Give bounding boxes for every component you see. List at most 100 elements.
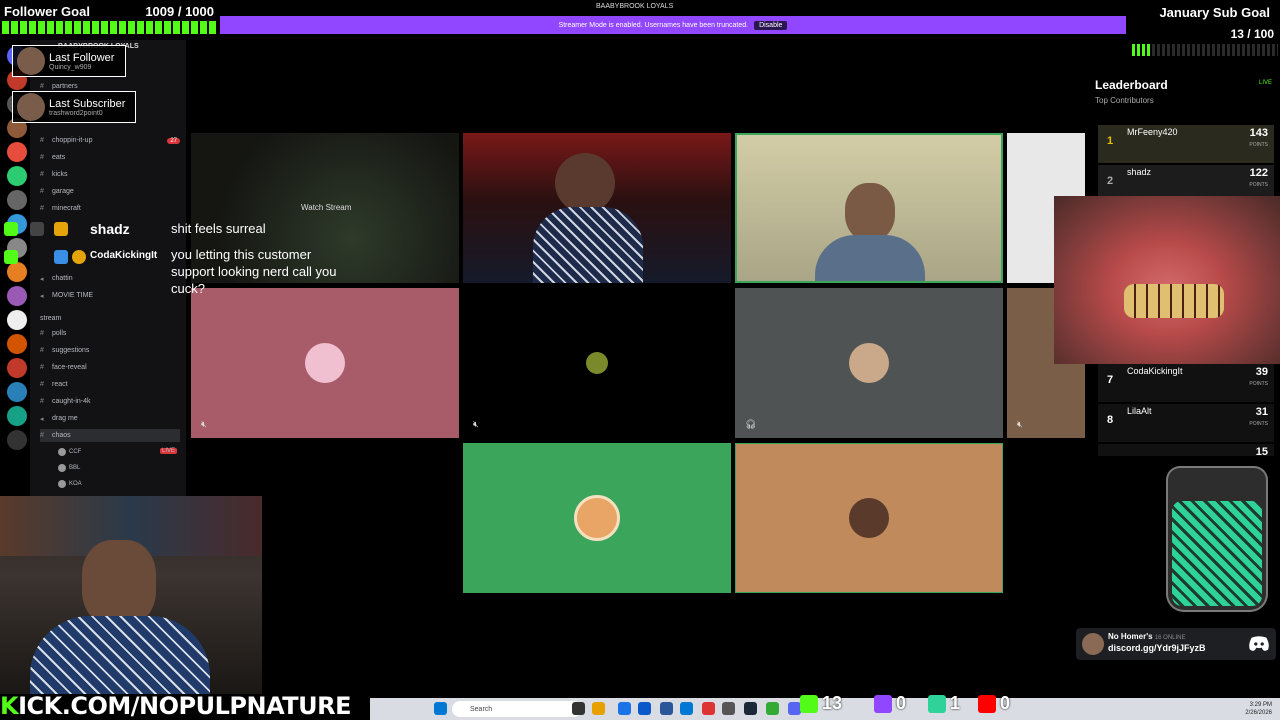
kick-icon bbox=[800, 694, 818, 713]
participant-tile[interactable]: 🔇︎ bbox=[463, 288, 731, 438]
last-subscriber-box: Last Subscriber trashword2point0 bbox=[12, 91, 136, 123]
server-icon[interactable] bbox=[7, 262, 27, 282]
twitch-icon bbox=[874, 694, 892, 713]
system-clock[interactable]: 3:29 PM 2/26/2026 bbox=[1245, 701, 1272, 717]
channel-item[interactable]: # polls bbox=[40, 327, 180, 340]
file-explorer-icon[interactable] bbox=[592, 702, 605, 715]
channel-item[interactable]: # suggestions bbox=[40, 344, 180, 357]
search-input[interactable]: Search bbox=[452, 701, 582, 717]
hash-icon: # bbox=[40, 154, 44, 161]
server-icon[interactable] bbox=[7, 406, 27, 426]
chat-message: you letting this customer support lookin… bbox=[171, 247, 337, 296]
youtube-viewer-count: 0 bbox=[978, 693, 1010, 714]
avatar bbox=[849, 343, 889, 383]
app-icon[interactable] bbox=[766, 702, 779, 715]
mute-icon: 🔇︎ bbox=[473, 419, 479, 429]
server-icon[interactable] bbox=[7, 430, 27, 450]
hash-icon: # bbox=[40, 83, 44, 90]
participant-tile-speaking[interactable] bbox=[735, 133, 1003, 283]
channel-item[interactable]: # caught-in-4k bbox=[40, 395, 180, 408]
hash-icon: # bbox=[40, 171, 44, 178]
app-icon[interactable] bbox=[702, 702, 715, 715]
server-icon[interactable] bbox=[7, 166, 27, 186]
voice-user[interactable]: KOA bbox=[58, 480, 82, 488]
avatar bbox=[1082, 633, 1104, 655]
crown-icon bbox=[54, 222, 68, 236]
sub-badge-icon bbox=[54, 250, 68, 264]
sub-goal-count: 13 / 100 bbox=[1230, 27, 1274, 41]
channel-item[interactable]: # choppin-it-up 27 bbox=[40, 134, 180, 147]
chat-badges bbox=[4, 250, 90, 264]
channel-category[interactable]: stream bbox=[40, 312, 180, 325]
hash-icon: # bbox=[40, 330, 44, 337]
hash-icon: # bbox=[40, 432, 44, 439]
hash-icon: # bbox=[40, 364, 44, 371]
store-icon[interactable] bbox=[638, 702, 651, 715]
outlook-icon[interactable] bbox=[680, 702, 693, 715]
server-icon[interactable] bbox=[7, 310, 27, 330]
streamer-webcam bbox=[0, 496, 262, 694]
discord-logo-icon bbox=[574, 495, 620, 541]
kick-badge-icon bbox=[4, 222, 18, 236]
last-subscriber-name: trashword2point0 bbox=[49, 109, 103, 117]
channel-item[interactable]: ◂ MOVIE TIME bbox=[40, 289, 180, 302]
task-view-icon[interactable] bbox=[572, 702, 585, 715]
watch-stream-label[interactable]: Watch Stream bbox=[301, 203, 351, 212]
avatar bbox=[586, 352, 608, 374]
invite-url[interactable]: discord.gg/Ydr9jJFyzB bbox=[1108, 643, 1206, 653]
discord-logo-icon bbox=[1249, 636, 1269, 651]
participant-tile[interactable]: 🎧︎ bbox=[735, 288, 1003, 438]
channel-item[interactable]: # face-reveal bbox=[40, 361, 180, 374]
channel-item[interactable]: # react bbox=[40, 378, 180, 391]
face-camera-overlay bbox=[1054, 196, 1280, 364]
obs-icon[interactable] bbox=[722, 702, 735, 715]
leaderboard-row: 1 MrFeeny420 143 POINTS bbox=[1098, 125, 1274, 163]
speaker-icon: ◂ bbox=[40, 275, 44, 283]
sub-goal-bar bbox=[1132, 44, 1278, 56]
kick-secondary-count: 1 bbox=[928, 693, 960, 714]
start-icon[interactable] bbox=[434, 702, 447, 715]
leaderboard-row: 7 CodaKickingIt 39 POINTS bbox=[1098, 364, 1274, 402]
participant-tile[interactable] bbox=[463, 133, 731, 283]
person-silhouette bbox=[555, 153, 615, 213]
server-icon[interactable] bbox=[7, 190, 27, 210]
word-icon[interactable] bbox=[660, 702, 673, 715]
follower-goal-widget: Follower Goal 1009 / 1000 bbox=[0, 0, 218, 36]
invite-online-count: 16 ONLINE bbox=[1154, 635, 1186, 641]
channel-item[interactable]: ◂ drag me bbox=[40, 412, 180, 425]
channel-item-active[interactable]: # chaos bbox=[40, 429, 180, 442]
voice-user[interactable]: BBL bbox=[58, 464, 80, 472]
chat-username: shadz bbox=[90, 221, 130, 237]
person-silhouette bbox=[30, 616, 210, 694]
discord-server-title: BAABYBROOK LOYALS bbox=[596, 3, 674, 10]
server-icon[interactable] bbox=[7, 382, 27, 402]
hash-icon: # bbox=[40, 188, 44, 195]
person-silhouette bbox=[845, 183, 895, 241]
deafen-icon: 🎧︎ bbox=[745, 419, 757, 429]
avatar bbox=[58, 464, 66, 472]
channel-item[interactable]: # kicks bbox=[40, 168, 180, 181]
server-icon[interactable] bbox=[7, 334, 27, 354]
speaker-icon: ◂ bbox=[40, 415, 44, 423]
participant-tile[interactable] bbox=[463, 443, 731, 593]
server-icon[interactable] bbox=[7, 358, 27, 378]
steam-icon[interactable] bbox=[744, 702, 757, 715]
server-icon[interactable] bbox=[7, 142, 27, 162]
discord-invite-widget[interactable]: No Homer's 16 ONLINE discord.gg/Ydr9jJFy… bbox=[1076, 628, 1276, 660]
channel-item[interactable]: # garage bbox=[40, 185, 180, 198]
leaderboard-subtitle: Top Contributors bbox=[1095, 96, 1154, 105]
disable-button[interactable]: Disable bbox=[754, 20, 788, 30]
banner-text: Streamer Mode is enabled. Usernames have… bbox=[558, 21, 749, 29]
last-follower-title: Last Follower bbox=[49, 51, 115, 64]
voice-user[interactable]: CCF bbox=[58, 448, 81, 456]
edge-icon[interactable] bbox=[618, 702, 631, 715]
leaderboard-row: 8 LilaAlt 31 POINTS bbox=[1098, 404, 1274, 442]
participant-tile[interactable] bbox=[735, 443, 1003, 593]
channel-item[interactable]: # eats bbox=[40, 151, 180, 164]
channel-item[interactable]: ◂ chattin bbox=[40, 272, 180, 285]
server-icon[interactable] bbox=[7, 286, 27, 306]
hash-icon: # bbox=[40, 137, 44, 144]
follower-goal-count: 1009 / 1000 bbox=[145, 4, 214, 19]
participant-tile[interactable]: 🔇︎ bbox=[191, 288, 459, 438]
channel-item[interactable]: # minecraft bbox=[40, 202, 180, 215]
